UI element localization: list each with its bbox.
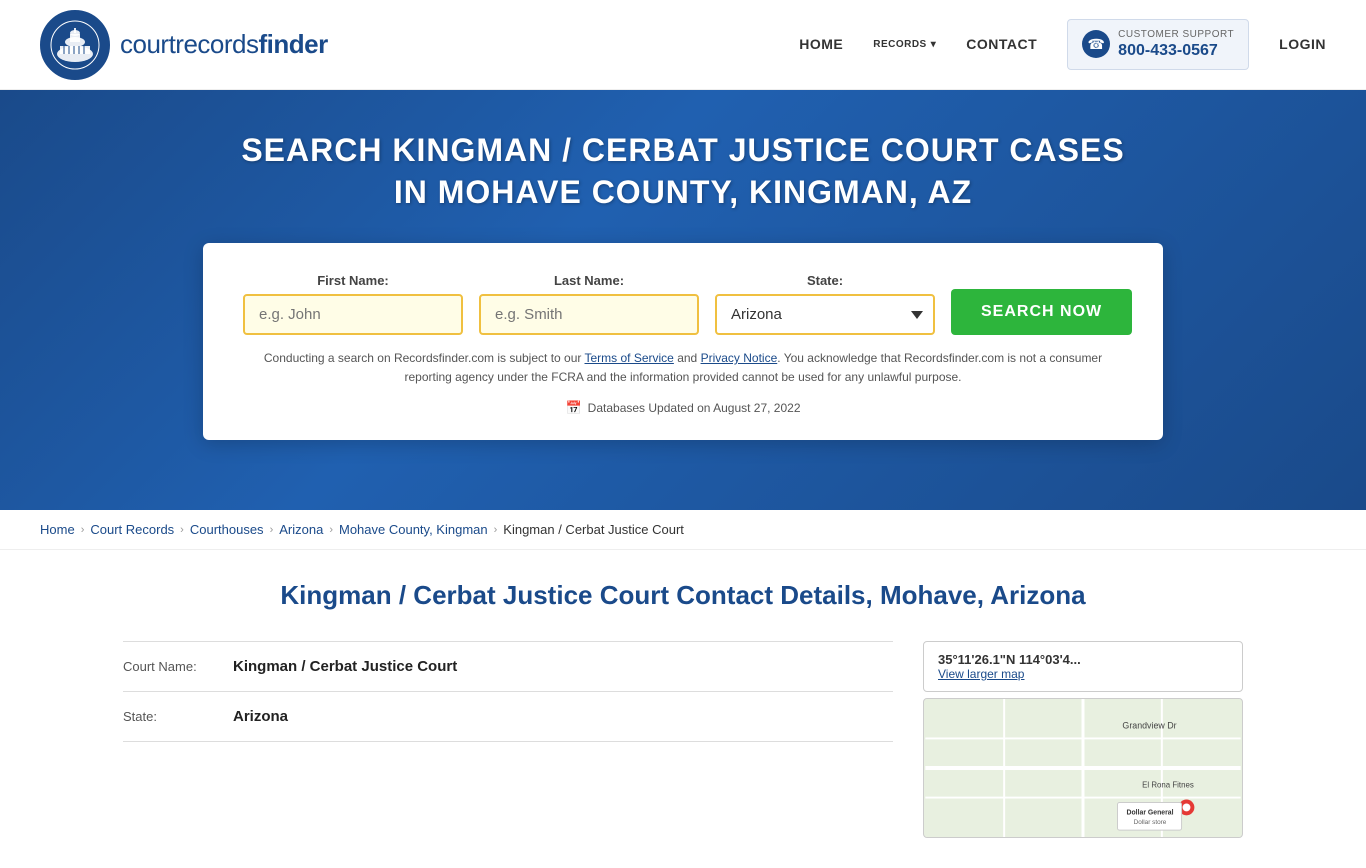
breadcrumb-sep-2: › <box>180 524 184 536</box>
first-name-label: First Name: <box>243 273 463 288</box>
map-thumbnail: Grandview Dr El Rona Fitnes Dollar Gener… <box>923 698 1243 838</box>
state-row-label: State: <box>123 709 223 724</box>
first-name-group: First Name: <box>243 273 463 335</box>
last-name-label: Last Name: <box>479 273 699 288</box>
breadcrumb-sep-1: › <box>81 524 85 536</box>
state-select[interactable]: AlabamaAlaskaArizonaArkansasCaliforniaCo… <box>715 294 935 335</box>
first-name-input[interactable] <box>243 294 463 335</box>
calendar-icon: 📅 <box>565 400 581 416</box>
last-name-input[interactable] <box>479 294 699 335</box>
state-row: State: Arizona <box>123 692 893 742</box>
breadcrumb-current: Kingman / Cerbat Justice Court <box>503 522 684 537</box>
nav-records-label: RECORDS <box>873 39 927 50</box>
svg-text:El Rona Fitnes: El Rona Fitnes <box>1142 781 1194 790</box>
breadcrumb-sep-3: › <box>270 524 274 536</box>
logo-regular: courtrecords <box>120 29 259 59</box>
hero-section: SEARCH KINGMAN / CERBAT JUSTICE COURT CA… <box>0 90 1366 510</box>
terms-link[interactable]: Terms of Service <box>585 351 674 365</box>
svg-text:Dollar General: Dollar General <box>1127 809 1174 816</box>
details-map-row: Court Name: Kingman / Cerbat Justice Cou… <box>123 641 1243 838</box>
search-box: First Name: Last Name: State: AlabamaAla… <box>203 243 1163 439</box>
map-area: 35°11'26.1"N 114°03'4... View larger map… <box>923 641 1243 838</box>
site-header: courtrecordsfinder HOME RECORDS ▾ CONTAC… <box>0 0 1366 90</box>
logo-bold: finder <box>259 29 328 59</box>
db-update-text: Databases Updated on August 27, 2022 <box>588 401 801 415</box>
breadcrumb-arizona[interactable]: Arizona <box>279 522 323 537</box>
court-name-value: Kingman / Cerbat Justice Court <box>233 658 457 675</box>
section-title: Kingman / Cerbat Justice Court Contact D… <box>123 580 1243 611</box>
support-label: CUSTOMER SUPPORT <box>1118 28 1234 41</box>
logo-text: courtrecordsfinder <box>120 29 328 60</box>
customer-support: ☎ CUSTOMER SUPPORT 800-433-0567 <box>1067 19 1249 71</box>
state-row-value: Arizona <box>233 708 288 725</box>
nav-contact[interactable]: CONTACT <box>966 36 1037 52</box>
breadcrumb-court-records[interactable]: Court Records <box>90 522 174 537</box>
map-coords: 35°11'26.1"N 114°03'4... View larger map <box>923 641 1243 692</box>
last-name-group: Last Name: <box>479 273 699 335</box>
support-text: CUSTOMER SUPPORT 800-433-0567 <box>1118 28 1234 62</box>
details-table: Court Name: Kingman / Cerbat Justice Cou… <box>123 641 893 742</box>
coords-text: 35°11'26.1"N 114°03'4... <box>938 652 1228 667</box>
nav-records-arrow-icon: ▾ <box>931 39 937 50</box>
logo-icon <box>40 10 110 80</box>
view-larger-map-link[interactable]: View larger map <box>938 667 1228 681</box>
state-label: State: <box>715 273 935 288</box>
main-content: Kingman / Cerbat Justice Court Contact D… <box>83 550 1283 868</box>
court-name-label: Court Name: <box>123 659 223 674</box>
breadcrumb-courthouses[interactable]: Courthouses <box>190 522 264 537</box>
court-name-row: Court Name: Kingman / Cerbat Justice Cou… <box>123 642 893 692</box>
breadcrumb-sep-4: › <box>329 524 333 536</box>
breadcrumb: Home › Court Records › Courthouses › Ari… <box>0 510 1366 550</box>
search-disclaimer: Conducting a search on Recordsfinder.com… <box>243 349 1123 387</box>
db-update: 📅 Databases Updated on August 27, 2022 <box>243 400 1123 416</box>
main-nav: HOME RECORDS ▾ CONTACT ☎ CUSTOMER SUPPOR… <box>799 19 1326 71</box>
logo[interactable]: courtrecordsfinder <box>40 10 328 80</box>
hero-title: SEARCH KINGMAN / CERBAT JUSTICE COURT CA… <box>233 130 1133 213</box>
nav-login[interactable]: LOGIN <box>1279 36 1326 52</box>
search-fields: First Name: Last Name: State: AlabamaAla… <box>243 273 1123 335</box>
breadcrumb-home[interactable]: Home <box>40 522 75 537</box>
svg-text:Grandview Dr: Grandview Dr <box>1122 721 1176 731</box>
breadcrumb-sep-5: › <box>494 524 498 536</box>
privacy-link[interactable]: Privacy Notice <box>701 351 778 365</box>
nav-records[interactable]: RECORDS ▾ <box>873 39 936 50</box>
phone-icon: ☎ <box>1082 30 1110 58</box>
nav-home[interactable]: HOME <box>799 36 843 52</box>
breadcrumb-mohave[interactable]: Mohave County, Kingman <box>339 522 488 537</box>
search-button[interactable]: SEARCH NOW <box>951 289 1132 335</box>
state-group: State: AlabamaAlaskaArizonaArkansasCalif… <box>715 273 935 335</box>
svg-text:Dollar store: Dollar store <box>1134 819 1167 826</box>
support-number[interactable]: 800-433-0567 <box>1118 41 1234 62</box>
